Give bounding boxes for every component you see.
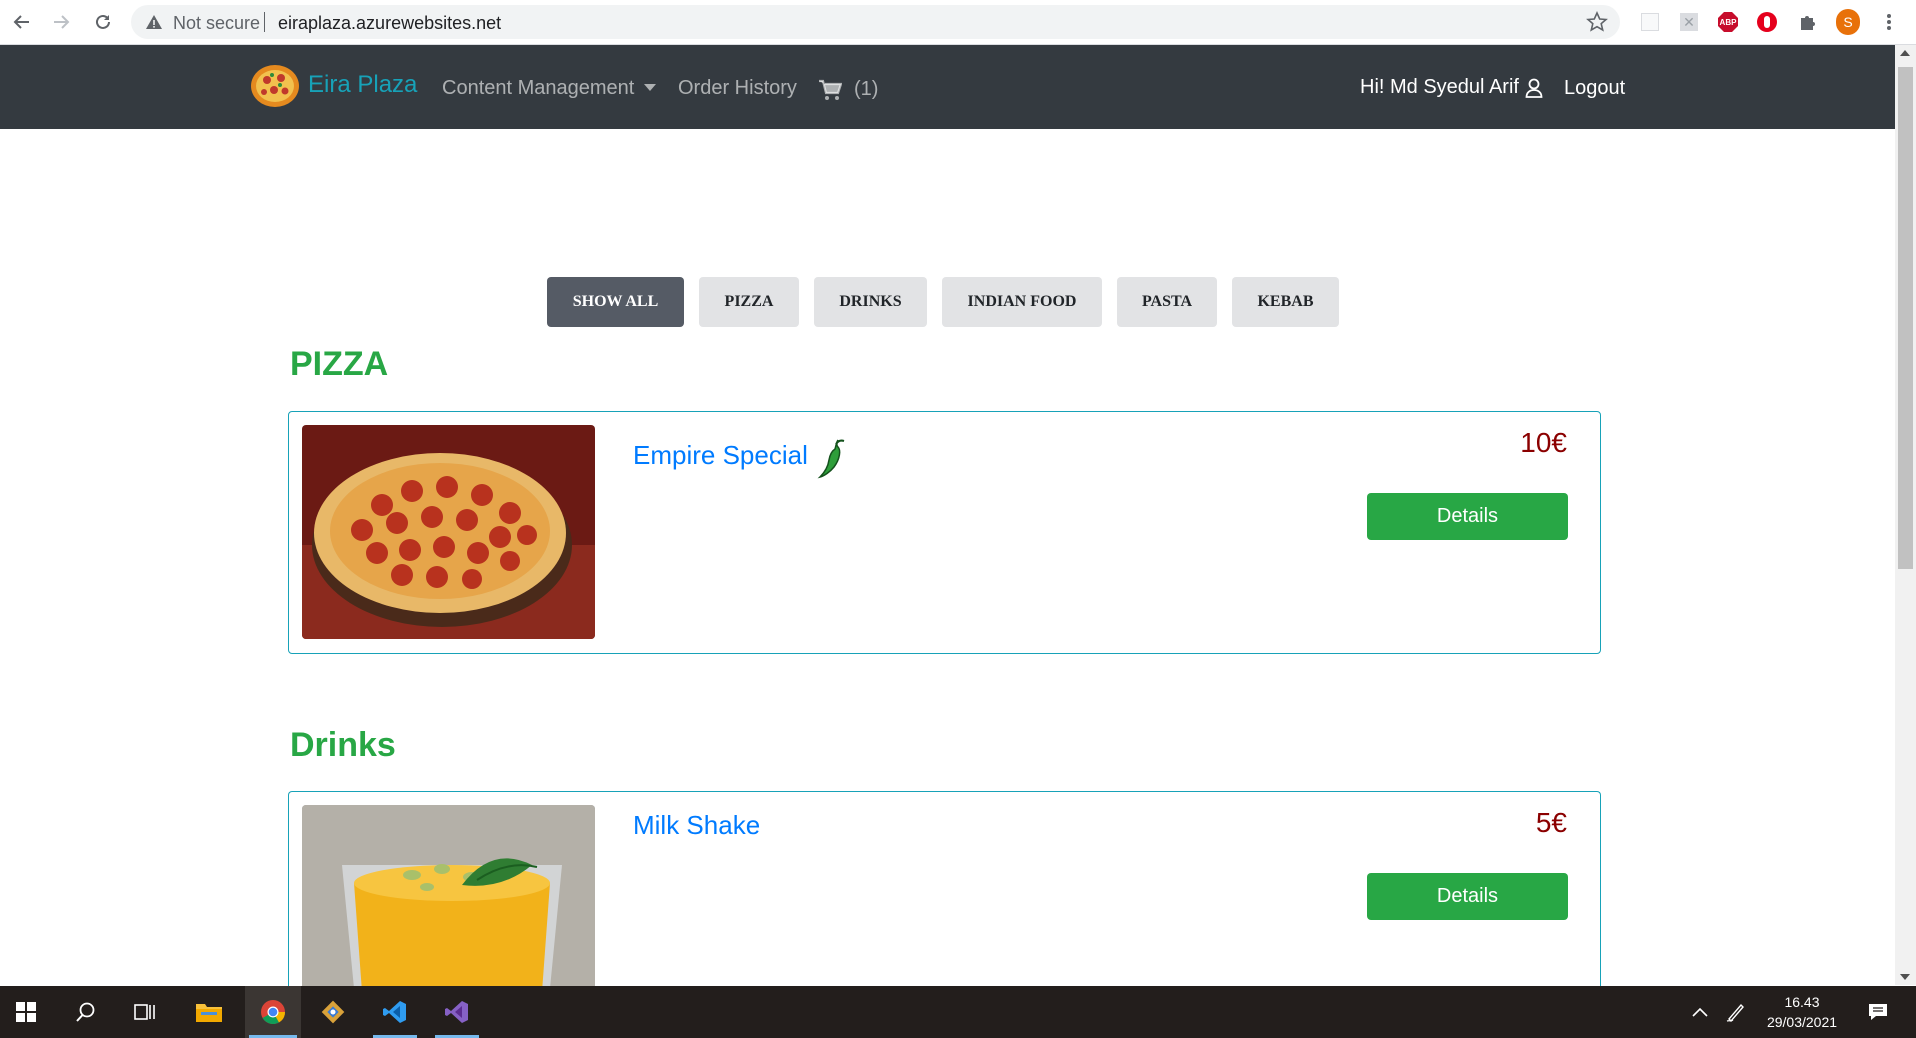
filter-drinks-button[interactable]: DRINKS	[814, 277, 927, 327]
profile-avatar[interactable]: S	[1836, 9, 1860, 35]
brand-name[interactable]: Eira Plaza	[308, 71, 417, 99]
bookmark-star-icon[interactable]	[1586, 11, 1608, 33]
user-icon	[1525, 78, 1543, 98]
cart-count: (1)	[854, 78, 879, 100]
git-client-icon[interactable]	[307, 986, 359, 1038]
user-greeting-label: Hi! Md Syedul Arif	[1360, 76, 1519, 98]
scroll-thumb[interactable]	[1898, 67, 1913, 569]
details-button[interactable]: Details	[1367, 873, 1568, 920]
system-clock[interactable]: 16.43 29/03/2021	[1766, 992, 1838, 1032]
caret-down-icon	[644, 84, 657, 91]
pizza-image	[302, 425, 595, 639]
menu-item-name-label: Milk Shake	[633, 810, 761, 840]
chrome-taskbar-icon[interactable]	[245, 986, 301, 1038]
forward-arrow-icon[interactable]	[49, 10, 73, 34]
section-title-pizza: PIZZA	[290, 345, 389, 383]
windows-taskbar: 16.43 29/03/2021	[0, 986, 1916, 1038]
filter-pizza-button[interactable]: PIZZA	[699, 277, 799, 327]
menu-item-card: Milk Shake 5€ Details	[288, 791, 1601, 991]
menu-item-name[interactable]: Milk Shake	[633, 810, 760, 841]
menu-item-name[interactable]: Empire Special	[633, 430, 850, 480]
details-button[interactable]: Details	[1367, 493, 1568, 540]
extension-x-icon[interactable]: ✕	[1677, 10, 1701, 34]
clock-date: 29/03/2021	[1766, 1014, 1838, 1030]
user-greeting[interactable]: Hi! Md Syedul Arif	[1360, 76, 1543, 99]
extensions-puzzle-icon[interactable]	[1796, 10, 1820, 34]
security-label[interactable]: Not secure	[173, 13, 260, 34]
menu-item-name-label: Empire Special	[633, 439, 808, 470]
warning-triangle-icon	[145, 13, 163, 31]
notification-center-icon[interactable]	[1852, 986, 1904, 1038]
category-filter-bar: SHOW ALL PIZZA DRINKS INDIAN FOOD PASTA …	[547, 277, 1339, 327]
visual-studio-icon[interactable]	[431, 986, 483, 1038]
search-icon[interactable]	[60, 986, 112, 1038]
page-scrollbar[interactable]	[1895, 45, 1916, 985]
vscode-icon[interactable]	[369, 986, 421, 1038]
file-explorer-icon[interactable]	[183, 986, 235, 1038]
filter-pasta-button[interactable]: PASTA	[1117, 277, 1217, 327]
logout-link[interactable]: Logout	[1564, 77, 1625, 100]
menu-item-price: 5€	[1535, 807, 1567, 838]
profile-initial: S	[1836, 9, 1860, 35]
chili-pepper-icon	[817, 439, 845, 479]
task-view-icon[interactable]	[119, 986, 171, 1038]
reload-icon[interactable]	[91, 10, 115, 34]
milkshake-image	[302, 805, 595, 991]
pen-workspace-icon[interactable]	[1714, 986, 1758, 1038]
browser-menu-icon[interactable]	[1877, 10, 1901, 34]
address-bar[interactable]: Not secure eiraplaza.azurewebsites.net	[131, 5, 1620, 39]
cart-link[interactable]: (1)	[818, 78, 878, 101]
adblock-label: ABP	[1719, 17, 1737, 27]
windows-start-icon[interactable]	[0, 986, 52, 1038]
extension-blank-icon[interactable]	[1638, 10, 1662, 34]
filter-indian-food-button[interactable]: INDIAN FOOD	[942, 277, 1102, 327]
filter-show-all-button[interactable]: SHOW ALL	[547, 277, 684, 327]
site-navbar: Eira Plaza Content Management Order Hist…	[0, 45, 1895, 129]
clock-time: 16.43	[1784, 994, 1820, 1010]
omnibox-divider	[264, 12, 265, 32]
filter-kebab-button[interactable]: KEBAB	[1232, 277, 1339, 327]
browser-toolbar: Not secure eiraplaza.azurewebsites.net ✕…	[0, 0, 1916, 45]
url-text[interactable]: eiraplaza.azurewebsites.net	[278, 13, 501, 34]
content-management-dropdown[interactable]: Content Management	[442, 77, 657, 100]
pizza-logo-icon[interactable]	[250, 63, 300, 109]
content-management-label: Content Management	[442, 77, 635, 99]
scroll-up-icon[interactable]	[1900, 50, 1910, 56]
adblock-plus-icon[interactable]: ABP	[1716, 10, 1740, 34]
menu-item-price: 10€	[1520, 427, 1567, 458]
opera-adblock-icon[interactable]	[1755, 10, 1779, 34]
section-title-drinks: Drinks	[290, 726, 396, 764]
shopping-cart-icon	[819, 79, 842, 100]
menu-item-card: Empire Special 10€ Details	[288, 411, 1601, 654]
scroll-down-icon[interactable]	[1900, 974, 1910, 980]
back-arrow-icon[interactable]	[10, 10, 34, 34]
order-history-link[interactable]: Order History	[678, 77, 797, 100]
